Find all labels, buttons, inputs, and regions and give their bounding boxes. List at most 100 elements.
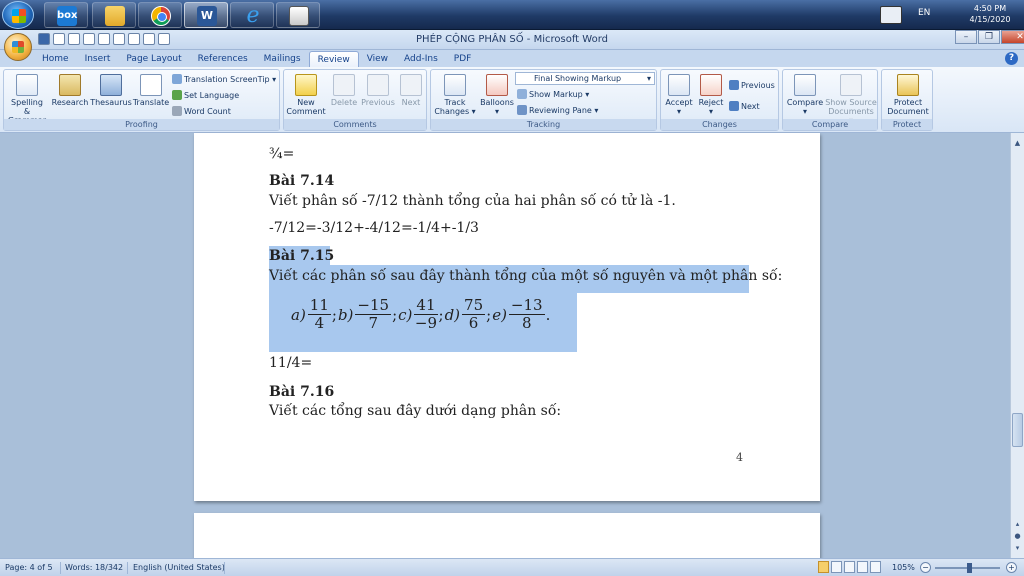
folder-open-icon[interactable]: [158, 33, 170, 45]
track-changes-button[interactable]: Track Changes ▾: [433, 74, 477, 116]
tracking-group-label: Tracking: [431, 119, 656, 130]
thesaurus-button[interactable]: Thesaurus: [90, 74, 132, 107]
tab-home[interactable]: Home: [34, 51, 77, 67]
scroll-up-arrow-icon[interactable]: ▲: [1011, 137, 1024, 149]
windows-logo-icon: [12, 9, 26, 23]
reviewing-pane-button[interactable]: Reviewing Pane ▾: [517, 105, 598, 116]
previous-change-button[interactable]: Previous: [729, 80, 775, 91]
tab-review[interactable]: Review: [308, 51, 359, 67]
protect-document-button[interactable]: Protect Document: [884, 74, 932, 116]
zoom-out-icon[interactable]: −: [920, 562, 931, 573]
vertical-scrollbar[interactable]: ▲ ▴ ● ▾: [1010, 133, 1024, 558]
restore-button[interactable]: ❐: [978, 30, 1000, 44]
page-indicator[interactable]: Page: 4 of 5: [5, 563, 53, 572]
reject-button[interactable]: Reject ▾: [695, 74, 727, 116]
preview-icon[interactable]: [68, 33, 80, 45]
status-bar: Page: 4 of 5 Words: 18/342 English (Unit…: [0, 558, 1024, 576]
markup-display-select[interactable]: Final Showing Markup: [515, 72, 655, 85]
fraction-e: −13 8: [508, 296, 545, 332]
clock-time: 4:50 PM: [973, 4, 1007, 13]
scroll-next-page-icon[interactable]: ▾: [1011, 542, 1024, 554]
tab-mailings[interactable]: Mailings: [256, 51, 309, 67]
zoom-slider-thumb[interactable]: [967, 563, 972, 573]
window-title: PHÉP CỘNG PHÂN SỐ - Microsoft Word: [416, 34, 608, 45]
draft-view-icon[interactable]: [870, 561, 881, 573]
redo-icon[interactable]: [143, 33, 155, 45]
taskbar-explorer-button[interactable]: [92, 2, 136, 28]
folder-icon: [105, 6, 125, 26]
status-divider: [60, 562, 61, 574]
close-button[interactable]: ✕: [1001, 30, 1024, 44]
fraction-b: −15 7: [355, 296, 392, 332]
status-divider: [127, 562, 128, 574]
show-source-documents-button[interactable]: Show Source Documents ▾: [825, 74, 877, 125]
language-indicator[interactable]: EN: [918, 8, 930, 18]
source-documents-icon: [840, 74, 862, 96]
abc-check-icon: [16, 74, 38, 96]
previous-arrow-icon: [729, 80, 739, 90]
full-screen-reading-view-icon[interactable]: [831, 561, 842, 573]
tab-page-layout[interactable]: Page Layout: [118, 51, 189, 67]
tab-view[interactable]: View: [359, 51, 396, 67]
previous-comment-icon: [367, 74, 389, 96]
exercise-7-16-title: Bài 7.16: [269, 384, 335, 400]
translate-button[interactable]: Translate: [132, 74, 170, 107]
set-language-button[interactable]: Set Language: [172, 90, 239, 101]
help-icon[interactable]: ?: [1005, 52, 1018, 65]
minimize-button[interactable]: –: [955, 30, 977, 44]
zoom-level[interactable]: 105%: [892, 563, 915, 572]
next-comment-icon: [400, 74, 422, 96]
printer-icon: [289, 6, 309, 26]
word-count-indicator[interactable]: Words: 18/342: [65, 563, 123, 572]
office-logo-icon: [12, 41, 24, 53]
tab-references[interactable]: References: [190, 51, 256, 67]
proofing-group: Spelling & Grammar Research Thesaurus Tr…: [3, 69, 280, 131]
edit-icon[interactable]: [53, 33, 65, 45]
zoom-in-icon[interactable]: +: [1006, 562, 1017, 573]
tab-pdf[interactable]: PDF: [446, 51, 480, 67]
taskbar-chrome-button[interactable]: [138, 2, 182, 28]
open-icon[interactable]: [98, 33, 110, 45]
previous-comment-button[interactable]: Previous: [360, 74, 396, 107]
outline-view-icon[interactable]: [857, 561, 868, 573]
lock-document-icon: [897, 74, 919, 96]
translation-screentip-button[interactable]: Translation ScreenTip ▾: [172, 74, 276, 85]
reviewing-pane-icon: [517, 105, 527, 115]
changes-group-label: Changes: [661, 119, 778, 130]
office-button[interactable]: [4, 33, 32, 61]
accept-button[interactable]: Accept ▾: [663, 74, 695, 116]
next-comment-button[interactable]: Next: [396, 74, 426, 107]
start-button[interactable]: [2, 1, 34, 29]
save-icon[interactable]: [38, 33, 50, 45]
taskbar-printer-button[interactable]: [276, 2, 320, 28]
compare-button[interactable]: Compare ▾: [785, 74, 825, 116]
spelling-grammar-button[interactable]: Spelling & Grammar: [7, 74, 47, 125]
browse-object-icon[interactable]: ●: [1011, 530, 1024, 542]
spelling-icon[interactable]: [113, 33, 125, 45]
undo-icon[interactable]: [128, 33, 140, 45]
new-document-icon[interactable]: [83, 33, 95, 45]
tray-pen-icon[interactable]: [880, 6, 902, 24]
scroll-prev-page-icon[interactable]: ▴: [1011, 518, 1024, 530]
print-layout-view-icon[interactable]: [818, 561, 829, 573]
language-status[interactable]: English (United States): [133, 563, 225, 572]
tab-add-ins[interactable]: Add-Ins: [396, 51, 446, 67]
taskbar-word-button[interactable]: W: [184, 2, 228, 28]
research-button[interactable]: Research: [51, 74, 89, 107]
new-comment-button[interactable]: New Comment: [286, 74, 326, 116]
box-icon: box: [57, 6, 77, 26]
clock[interactable]: 4:50 PM 4/15/2020: [960, 3, 1020, 25]
book-icon: [100, 74, 122, 96]
delete-comment-button[interactable]: Delete: [328, 74, 360, 107]
exercise-7-15-text: Viết các phân số sau đây thành tổng của …: [269, 268, 783, 284]
scrollbar-thumb[interactable]: [1012, 413, 1023, 447]
word-count-button[interactable]: Word Count: [172, 106, 231, 117]
next-document-page[interactable]: [194, 513, 820, 558]
taskbar-box-button[interactable]: box: [44, 2, 88, 28]
tab-insert[interactable]: Insert: [77, 51, 119, 67]
balloons-button[interactable]: Balloons ▾: [477, 74, 517, 116]
web-layout-view-icon[interactable]: [844, 561, 855, 573]
show-markup-button[interactable]: Show Markup ▾: [517, 89, 589, 100]
next-change-button[interactable]: Next: [729, 101, 760, 112]
taskbar-ie-button[interactable]: e: [230, 2, 274, 28]
